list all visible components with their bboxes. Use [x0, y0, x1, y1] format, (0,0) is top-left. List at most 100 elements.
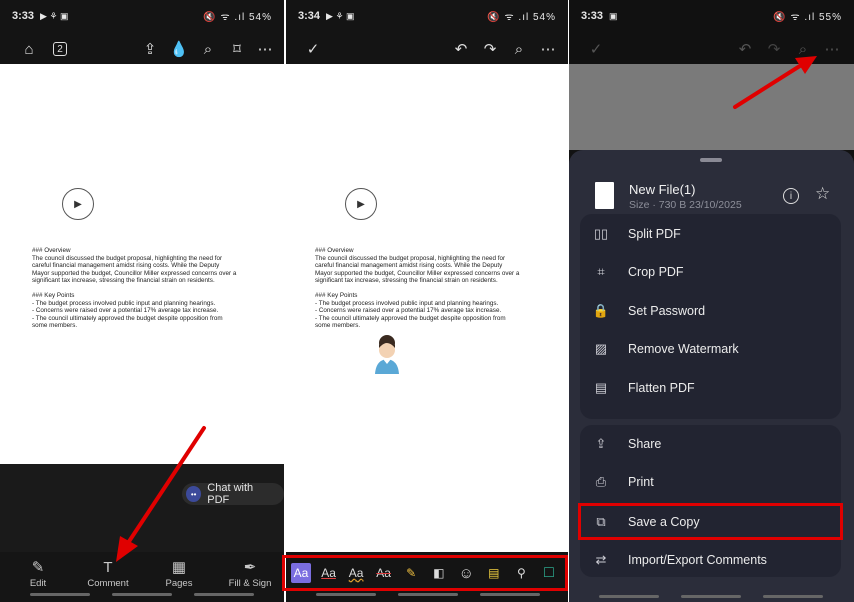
menu-set-password[interactable]: 🔒 Set Password — [580, 292, 841, 330]
nav-label: Edit — [29, 578, 47, 589]
undo-icon[interactable]: ↶ — [452, 40, 470, 58]
more-icon[interactable]: ⋯ — [539, 40, 557, 58]
doc-heading-overview: ### Overview — [32, 247, 71, 254]
page-count-badge[interactable]: 2 — [53, 42, 67, 56]
screen-more-menu: 3:33 ▣ 🔇 ᯤ .ıl 55% ✓ ↶ ↷ ⌕ ⋯ New File(1)… — [569, 0, 854, 602]
stamp-tool[interactable]: ⚲ — [511, 563, 531, 583]
gesture-handle — [763, 595, 823, 598]
menu-import-export-comments[interactable]: ⇄ Import/Export Comments — [580, 541, 841, 579]
star-icon[interactable]: ☆ — [815, 184, 830, 204]
highlight-text-tool[interactable]: Aa — [291, 563, 311, 583]
redo-icon[interactable]: ↷ — [481, 40, 499, 58]
menu-crop-pdf[interactable]: ⌗ Crop PDF — [580, 253, 841, 291]
nav-edit[interactable]: ✎ Edit — [3, 558, 73, 589]
menu-label: Set Password — [628, 304, 706, 318]
share-icon[interactable]: ⇪ — [141, 40, 159, 58]
gesture-handle — [316, 593, 376, 596]
eraser-tool[interactable]: ◧ — [429, 563, 449, 583]
menu-remove-watermark[interactable]: ▨ Remove Watermark — [580, 330, 841, 368]
menu-print[interactable]: ⎙ Print — [580, 463, 841, 501]
gesture-handle — [398, 593, 458, 596]
status-icons: 🔇 ᯤ .ıl 54% — [203, 12, 272, 23]
info-icon[interactable]: i — [783, 188, 799, 204]
menu-share[interactable]: ⇪ Share — [580, 425, 841, 463]
sheet-grab-handle[interactable] — [700, 158, 722, 162]
person-sticker-icon[interactable] — [372, 334, 402, 374]
pen-icon: ✒ — [243, 559, 257, 576]
menu-label: Split PDF — [628, 227, 681, 241]
notification-icons: ▶ ⚘ ▣ — [326, 10, 355, 21]
share-icon: ⇪ — [595, 436, 607, 451]
menu-flatten-pdf[interactable]: ▤ Flatten PDF — [580, 369, 841, 407]
search-icon[interactable]: ⌕ — [510, 40, 528, 58]
nav-fill-sign[interactable]: ✒ Fill & Sign — [215, 558, 284, 589]
doc-paragraph: The council discussed the budget proposa… — [315, 254, 520, 285]
chat-with-pdf-button[interactable]: •• Chat with PDF — [182, 482, 284, 506]
gesture-handle — [480, 593, 540, 596]
bot-icon: •• — [186, 486, 202, 502]
nav-pages[interactable]: ▦ Pages — [144, 558, 214, 589]
underline-tool[interactable]: Aa — [319, 563, 339, 583]
flatten-icon: ▤ — [594, 380, 608, 395]
status-icons: 🔇 ᯤ .ıl 54% — [487, 12, 556, 23]
more-icon[interactable]: ⋯ — [823, 40, 841, 58]
screen-comment-mode: 3:34 ▶ ⚘ ▣ 🔇 ᯤ .ıl 54% ✓ ↶ ↷ ⌕ ⋯ ▶ ### O… — [286, 0, 568, 602]
tools-menu-card: ▯▯ Split PDF ⌗ Crop PDF 🔒 Set Password ▨… — [580, 214, 841, 419]
chat-label: Chat with PDF — [207, 482, 254, 506]
dark-area — [0, 464, 284, 552]
search-icon[interactable]: ⌕ — [794, 40, 812, 58]
file-name: New File(1) — [629, 182, 696, 197]
highlighter-pen-tool[interactable]: ✎ — [401, 563, 421, 583]
screen-document-view: 3:33 ▶ ⚘ ▣ 🔇 ᯤ .ıl 54% ⌂ 2 ⇪ 💧 ⌕ ⌑ ⋯ ▶ #… — [0, 0, 285, 602]
doc-paragraph: The council discussed the budget proposa… — [32, 254, 237, 285]
bookmark-icon[interactable]: ⌑ — [228, 40, 246, 58]
menu-label: Flatten PDF — [628, 381, 695, 395]
file-thumbnail — [595, 182, 614, 209]
shape-tool[interactable]: □ — [539, 563, 559, 583]
play-icon[interactable]: ▶ — [62, 188, 94, 220]
gesture-handle — [599, 595, 659, 598]
checkmark-icon[interactable]: ✓ — [304, 40, 322, 58]
strikethrough-tool[interactable]: Aa — [374, 563, 394, 583]
more-icon[interactable]: ⋯ — [256, 40, 274, 58]
bottom-nav: ✎ Edit T Comment ▦ Pages ✒ Fill & Sign — [0, 552, 284, 602]
more-options-sheet: New File(1) Size · 730 B 23/10/2025 i ☆ … — [569, 150, 854, 602]
print-icon: ⎙ — [595, 474, 607, 489]
menu-save-a-copy[interactable]: ⧉ Save a Copy — [578, 503, 843, 540]
lock-icon: 🔒 — [592, 303, 610, 318]
menu-label: Remove Watermark — [628, 342, 739, 356]
gesture-handle — [30, 593, 90, 596]
nav-comment[interactable]: T Comment — [73, 558, 143, 589]
sticker-tool[interactable]: ☺ — [456, 563, 476, 583]
watermark-icon: ▨ — [594, 341, 608, 356]
redo-icon[interactable]: ↷ — [765, 40, 783, 58]
ink-drop-icon[interactable]: 💧 — [170, 40, 189, 58]
play-icon[interactable]: ▶ — [345, 188, 377, 220]
file-meta: Size · 730 B 23/10/2025 — [629, 199, 742, 211]
document-page[interactable]: ▶ ### Overview The council discussed the… — [286, 64, 568, 552]
menu-label: Crop PDF — [628, 265, 684, 279]
comment-icon: T — [103, 559, 113, 576]
checkmark-icon[interactable]: ✓ — [587, 40, 605, 58]
note-tool[interactable]: ▤ — [484, 563, 504, 583]
copy-icon: ⧉ — [596, 513, 606, 529]
annotation-tools-highlight: Aa Aa Aa Aa ✎ ◧ ☺ ▤ ⚲ □ — [282, 555, 568, 591]
status-bar: 3:34 ▶ ⚘ ▣ 🔇 ᯤ .ıl 54% — [286, 0, 568, 32]
menu-label: Share — [628, 437, 662, 451]
split-icon: ▯▯ — [593, 226, 609, 241]
notification-icons: ▣ — [609, 10, 618, 21]
document-page[interactable]: ▶ ### Overview The council discussed the… — [0, 64, 284, 464]
undo-icon[interactable]: ↶ — [736, 40, 754, 58]
home-icon[interactable]: ⌂ — [20, 40, 38, 58]
search-icon[interactable]: ⌕ — [199, 40, 217, 58]
import-export-icon: ⇄ — [595, 552, 607, 567]
notification-icons: ▶ ⚘ ▣ — [40, 10, 69, 21]
status-bar: 3:33 ▣ 🔇 ᯤ .ıl 55% — [569, 0, 854, 32]
status-time: 3:33 — [12, 10, 35, 22]
status-time: 3:34 — [298, 10, 321, 22]
squiggly-tool[interactable]: Aa — [346, 563, 366, 583]
menu-split-pdf[interactable]: ▯▯ Split PDF — [580, 215, 841, 253]
status-bar: 3:33 ▶ ⚘ ▣ 🔇 ᯤ .ıl 54% — [0, 0, 284, 32]
menu-label: Import/Export Comments — [628, 553, 767, 567]
doc-bullets: - The budget process involved public inp… — [32, 299, 223, 330]
